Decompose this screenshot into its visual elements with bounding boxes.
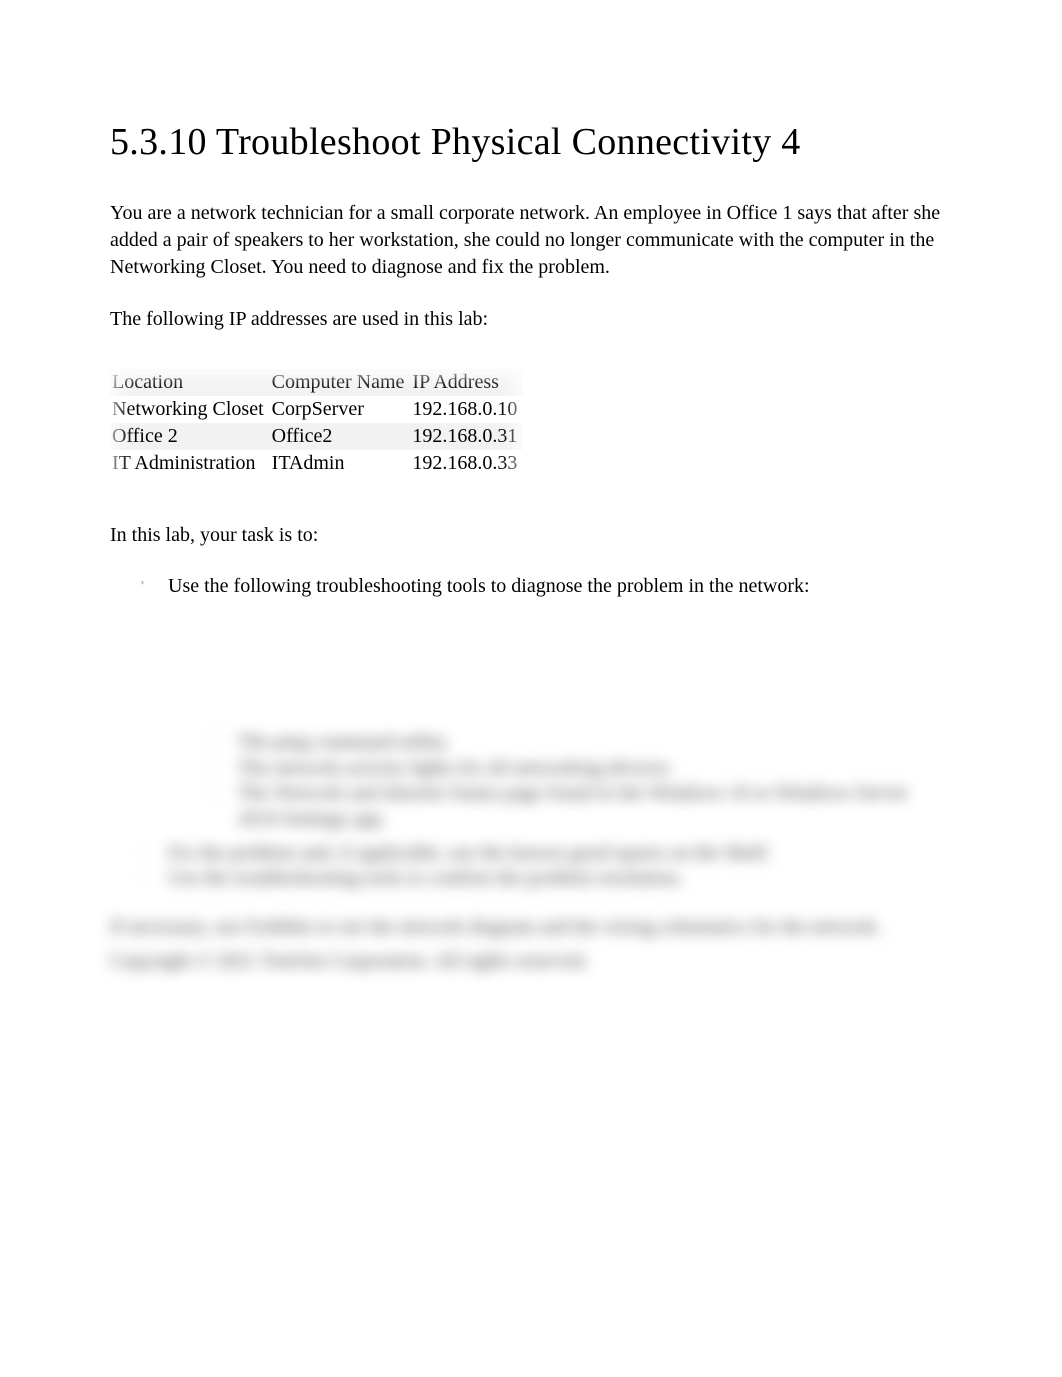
- intro-paragraph: You are a network technician for a small…: [110, 200, 952, 282]
- col-header-ip-address: IP Address: [410, 369, 523, 396]
- hidden-mid-item: Fix the problem and, if applicable, use …: [140, 841, 952, 867]
- hidden-sub-item: The Network and Internet Status page fou…: [220, 781, 952, 832]
- cell-computer-name: Office2: [270, 423, 411, 450]
- hidden-paragraph: Copyright © 2021 TestOut Corporation. Al…: [110, 946, 952, 976]
- hidden-sub-item: The network activity lights for all netw…: [220, 756, 952, 782]
- task-lead: In this lab, your task is to:: [110, 522, 952, 549]
- cell-location: Networking Closet: [110, 396, 270, 423]
- hidden-paragraph: If necessary, use Exhibits to see the ne…: [110, 912, 952, 942]
- table-lead: The following IP addresses are used in t…: [110, 306, 952, 333]
- page-title: 5.3.10 Troubleshoot Physical Connectivit…: [110, 120, 952, 164]
- cell-ip-address: 192.168.0.31: [410, 423, 523, 450]
- cell-ip-address: 192.168.0.10: [410, 396, 523, 423]
- table-row: Office 2 Office2 192.168.0.31: [110, 423, 523, 450]
- hidden-sub-item: The ping command utility.: [220, 730, 952, 756]
- col-header-location: Location: [110, 369, 270, 396]
- hidden-midlist: Fix the problem and, if applicable, use …: [110, 841, 952, 892]
- ip-address-table: Location Computer Name IP Address Networ…: [110, 369, 523, 477]
- hidden-mid-item: Use the troubleshooting tools to confirm…: [140, 866, 952, 892]
- ip-address-table-wrap: Location Computer Name IP Address Networ…: [110, 369, 523, 517]
- cell-location: Office 2: [110, 423, 270, 450]
- table-row: IT Administration ITAdmin 192.168.0.33: [110, 450, 523, 477]
- cell-computer-name: ITAdmin: [270, 450, 411, 477]
- task-item: Use the following troubleshooting tools …: [140, 573, 952, 600]
- table-header-row: Location Computer Name IP Address: [110, 369, 523, 396]
- cell-computer-name: CorpServer: [270, 396, 411, 423]
- table-row: Networking Closet CorpServer 192.168.0.1…: [110, 396, 523, 423]
- locked-content: The ping command utility. The network ac…: [110, 730, 952, 976]
- cell-location: IT Administration: [110, 450, 270, 477]
- hidden-sublist: The ping command utility. The network ac…: [110, 730, 952, 832]
- col-header-computer-name: Computer Name: [270, 369, 411, 396]
- cell-ip-address: 192.168.0.33: [410, 450, 523, 477]
- task-list: Use the following troubleshooting tools …: [110, 573, 952, 600]
